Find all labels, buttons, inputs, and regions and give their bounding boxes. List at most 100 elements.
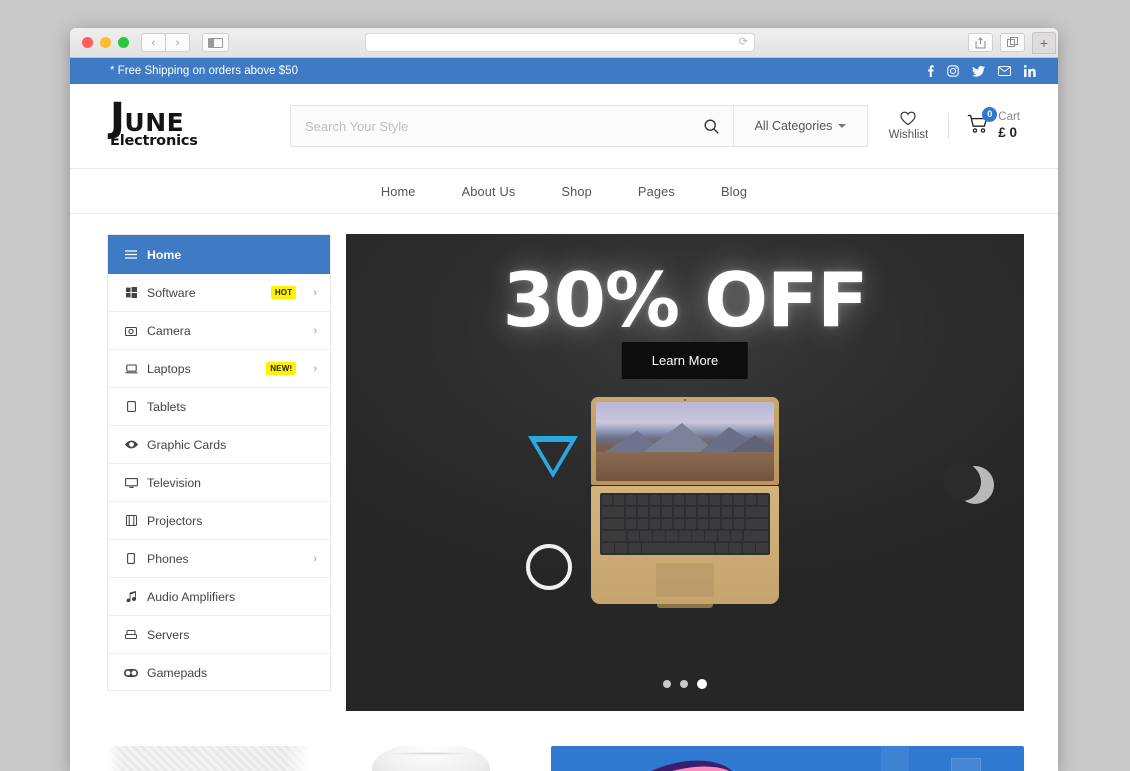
eye-icon [124,440,138,449]
minimize-window-button[interactable] [100,37,111,48]
sidebar-item-label: Gamepads [147,666,208,680]
chevron-right-icon: › [313,286,317,299]
sidebar-item-audio-amplifiers[interactable]: Audio Amplifiers [108,578,330,616]
sidebar-item-label: Television [147,475,201,490]
browser-right-actions: + [968,31,1056,54]
share-button[interactable] [968,33,993,52]
laptop-icon [124,363,138,374]
sidebar-item-graphic-cards[interactable]: Graphic Cards [108,426,330,464]
sidebar-item-label: Home [147,247,182,262]
sidebar-item-label: Graphic Cards [147,437,227,452]
facebook-icon[interactable] [928,65,934,77]
carousel-dot-2[interactable] [680,680,688,688]
carousel-dot-3[interactable] [697,679,707,689]
phone-icon [124,553,138,564]
cart-icon[interactable]: 0 [967,106,998,139]
sidebar-toggle-button[interactable] [202,33,229,52]
sidebar-item-television[interactable]: Television [108,464,330,502]
nav-item-shop[interactable]: Shop [561,184,592,199]
logo-wordmark: J UNE [110,98,258,138]
forward-button[interactable]: › [165,33,190,52]
category-select-label: All Categories [754,119,833,133]
category-select[interactable]: All Categories [733,106,867,146]
show-tabs-button[interactable] [1000,33,1025,52]
main-navigation: Home About Us Shop Pages Blog [70,169,1058,214]
reload-icon[interactable]: ⟳ [739,37,748,48]
echo-dot-product[interactable] [329,746,533,771]
server-icon [124,630,138,639]
sidebar-item-gamepads[interactable]: Gamepads [108,654,330,692]
blue-triangle-icon [528,436,578,478]
chevron-right-icon: › [313,362,317,375]
new-tab-button[interactable]: + [1032,31,1056,54]
sidebar-item-camera[interactable]: Camera › [108,312,330,350]
site-logo[interactable]: J UNE Electronics [108,98,258,150]
gamepad-icon [124,669,138,677]
sidebar-item-projectors[interactable]: Projectors [108,502,330,540]
back-button[interactable]: ‹ [141,33,166,52]
hero-carousel[interactable]: 30% OFF Learn More [346,234,1024,711]
instagram-icon[interactable] [947,65,959,77]
email-icon[interactable] [998,66,1011,76]
address-bar[interactable]: ⟳ [365,33,755,52]
sidebar-item-phones[interactable]: Phones › [108,540,330,578]
sidebar-item-label: Phones [147,551,189,566]
camera-icon [124,326,138,336]
sidebar-item-laptops[interactable]: Laptops NEW! › [108,350,330,388]
sidebar-item-servers[interactable]: Servers [108,616,330,654]
blue-promo-banner[interactable] [551,746,1024,771]
wishlist-label: Wishlist [888,129,929,141]
sidebar-item-software[interactable]: Software HOT › [108,274,330,312]
laptop-base [591,486,779,608]
twitter-icon[interactable] [972,65,985,77]
white-circle-icon [526,544,572,590]
music-note-icon [124,591,138,602]
cart-texts: Cart £ 0 [998,110,1020,141]
content-area: Home Software HOT › Camera › Laptops NEW… [70,214,1058,711]
nav-item-blog[interactable]: Blog [721,184,747,199]
echo-dot-image [372,746,490,771]
cart-label: Cart [998,111,1020,124]
nav-item-pages[interactable]: Pages [638,184,675,199]
maximize-window-button[interactable] [118,37,129,48]
sidebar-item-home[interactable]: Home [108,235,330,274]
chevron-right-icon: › [313,552,317,565]
sidebar-item-tablets[interactable]: Tablets [108,388,330,426]
browser-window: ‹ › ⟳ + * Free Shipping on orders above … [70,28,1058,771]
announcement-text: * Free Shipping on orders above $50 [110,65,298,77]
nav-item-about-us[interactable]: About Us [462,184,516,199]
hero-title: 30% OFF [502,256,869,344]
laptop-keyboard [600,493,770,555]
crescent-moon-icon [943,463,994,504]
sidebar-badge-hot: HOT [270,286,297,299]
cart-button[interactable]: 0 Cart £ 0 [949,106,1020,141]
macbook-product-image [591,397,779,608]
projector-icon [124,515,138,526]
tv-icon [124,477,138,488]
search-button[interactable] [689,106,733,146]
linkedin-icon[interactable] [1024,65,1036,77]
search-input[interactable] [291,106,689,146]
chevron-down-icon [838,124,847,128]
laptop-screen [591,397,779,485]
heart-icon [900,111,917,126]
carousel-dot-1[interactable] [663,680,671,688]
page-viewport: * Free Shipping on orders above $50 J UN… [70,58,1058,771]
cart-count-badge: 0 [982,106,998,122]
sidebar-item-label: Tablets [147,399,186,414]
sidebar-item-label: Projectors [147,513,203,528]
product-strip [70,711,1058,771]
nav-item-home[interactable]: Home [381,184,416,199]
site-header: J UNE Electronics All Categories [70,84,1058,169]
logo-subtitle: Electronics [110,133,198,150]
announcement-bar: * Free Shipping on orders above $50 [70,58,1058,84]
hamburger-icon [124,250,138,259]
header-actions: Wishlist 0 Cart £ 0 [889,106,1020,141]
close-window-button[interactable] [82,37,93,48]
category-sidebar: Home Software HOT › Camera › Laptops NEW… [107,234,331,691]
browser-toolbar: ‹ › ⟳ + [70,28,1058,58]
wishlist-button[interactable]: Wishlist [889,111,949,141]
hero-learn-more-button[interactable]: Learn More [621,342,749,379]
speaker-mesh-product[interactable] [107,746,311,771]
promo-box-1 [881,746,909,771]
